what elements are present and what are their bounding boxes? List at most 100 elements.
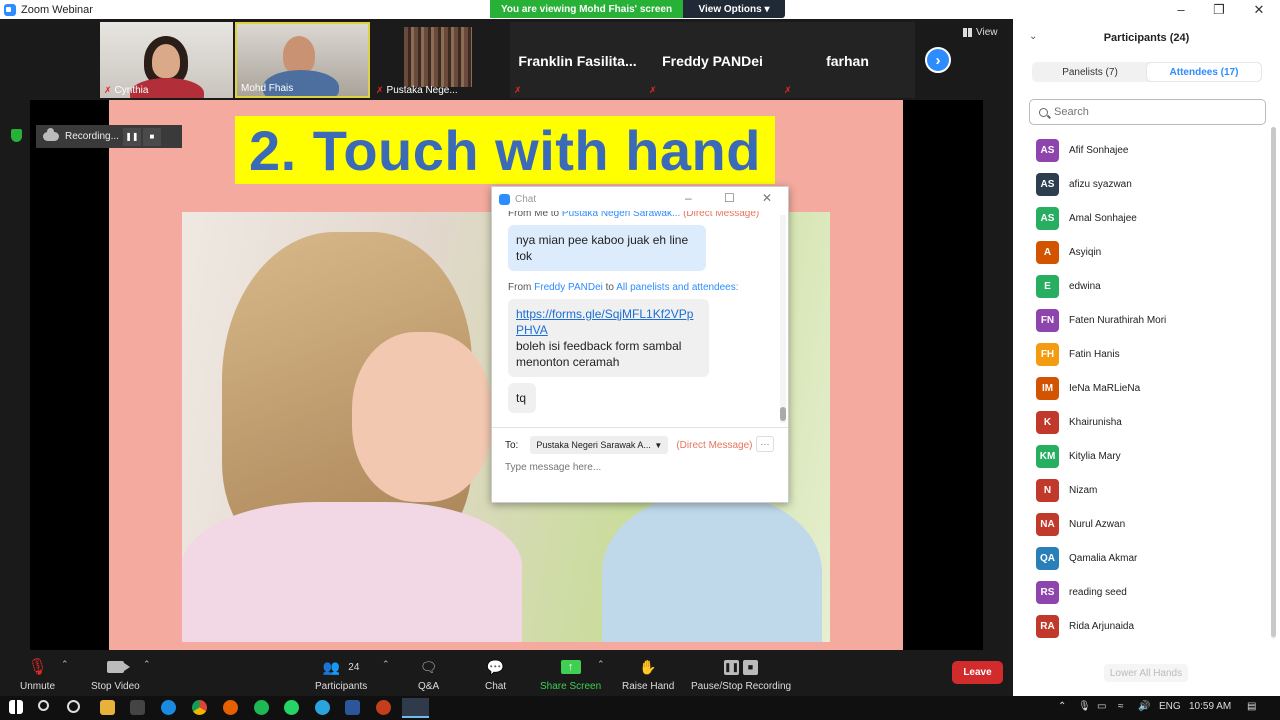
raise-hand-button[interactable]: ✋ Raise Hand <box>622 657 674 693</box>
search-icon[interactable] <box>38 700 49 711</box>
attendee-row[interactable]: RS reading seed <box>1036 575 1266 609</box>
qa-button[interactable]: 🗨 Q&A <box>418 657 439 693</box>
avatar: FN <box>1036 308 1059 332</box>
whatsapp-icon[interactable] <box>284 700 299 715</box>
chevron-up-icon[interactable]: ⌃ <box>1058 701 1066 712</box>
tab-panelists[interactable]: Panelists (7) <box>1033 63 1147 81</box>
attendee-row[interactable]: AS Amal Sonhajee <box>1036 201 1266 235</box>
audio-options-caret[interactable]: ⌃ <box>61 659 69 670</box>
attendee-name: Amal Sonhajee <box>1069 212 1137 224</box>
share-screen-button[interactable]: ↑ Share Screen <box>540 657 601 692</box>
attendee-row[interactable]: K Khairunisha <box>1036 405 1266 439</box>
panel-scrollbar[interactable] <box>1271 127 1276 639</box>
wifi-icon[interactable]: ≈ <box>1118 701 1124 712</box>
powerpoint-icon[interactable] <box>376 700 391 715</box>
lower-all-hands-button[interactable]: Lower All Hands <box>1104 664 1188 682</box>
recording-label: Recording... <box>65 131 119 142</box>
chat-scrollbar[interactable] <box>780 215 786 423</box>
minimize-icon[interactable]: – <box>685 191 692 205</box>
recipient-name[interactable]: Pustaka Negeri Sarawak... <box>562 211 680 219</box>
video-thumbnail-farhan[interactable]: farhan ✗ <box>780 22 915 98</box>
chat-message-input[interactable] <box>505 462 775 473</box>
attendee-row[interactable]: KM Kitylia Mary <box>1036 439 1266 473</box>
form-link[interactable]: https://forms.gle/SqjMFL1Kf2VPpPHVA <box>516 307 693 337</box>
participants-options-caret[interactable]: ⌃ <box>382 659 390 670</box>
pause-stop-recording-button[interactable]: ❚❚ ■ Pause/Stop Recording <box>691 657 791 692</box>
stop-video-button[interactable]: Stop Video <box>91 657 140 692</box>
video-thumbnail-pustaka[interactable]: ✗ Pustaka Nege... <box>372 22 508 98</box>
share-options-caret[interactable]: ⌃ <box>597 659 605 670</box>
chrome-icon[interactable] <box>192 700 207 715</box>
video-options-caret[interactable]: ⌃ <box>143 659 151 670</box>
next-page-button[interactable]: › <box>925 47 951 73</box>
zoom-taskbar-icon[interactable] <box>402 698 429 718</box>
restore-button[interactable]: ❐ <box>1200 0 1238 19</box>
attendee-row[interactable]: FN Faten Nurathirah Mori <box>1036 303 1266 337</box>
microphone-icon[interactable]: 🎙 <box>1078 701 1091 712</box>
pause-recording-label: Pause/Stop Recording <box>691 681 792 692</box>
firefox-icon[interactable] <box>223 700 238 715</box>
pause-recording-button[interactable]: ❚❚ <box>122 127 141 146</box>
scroll-thumb[interactable] <box>1271 127 1276 637</box>
view-button[interactable]: View <box>963 27 998 38</box>
notifications-icon[interactable]: ▤ <box>1247 701 1256 712</box>
video-thumbnail-cynthia[interactable]: ✗ Cynthia <box>100 22 233 98</box>
video-thumbnail-franklin[interactable]: Franklin Fasilita... ✗ <box>510 22 645 98</box>
attendee-row[interactable]: IM IeNa MaRLieNa <box>1036 371 1266 405</box>
thumbnail-name: Mohd Fhais <box>241 83 294 94</box>
attendee-name: afizu syazwan <box>1069 178 1132 190</box>
security-shield-icon[interactable] <box>11 129 22 142</box>
store-icon[interactable] <box>130 700 145 715</box>
sender-name[interactable]: Freddy PANDei <box>534 282 603 293</box>
stop-recording-button[interactable]: ■ <box>142 127 161 146</box>
attendee-row[interactable]: FH Fatin Hanis <box>1036 337 1266 371</box>
recipient-select[interactable]: Pustaka Negeri Sarawak A... ▼ <box>530 436 669 454</box>
scroll-thumb[interactable] <box>780 407 786 421</box>
qa-icon: 🗨 <box>419 658 438 675</box>
unmute-button[interactable]: 🎙 Unmute <box>20 657 55 692</box>
chat-titlebar: Chat – ☐ ✕ <box>492 187 788 211</box>
edge-icon[interactable] <box>161 700 176 715</box>
attendee-row[interactable]: AS Afif Sonhajee <box>1036 133 1266 167</box>
volume-icon[interactable]: 🔊 <box>1138 701 1150 712</box>
search-input[interactable] <box>1054 106 1244 118</box>
file-explorer-icon[interactable] <box>100 700 115 715</box>
task-view-icon[interactable] <box>67 700 80 713</box>
avatar: K <box>1036 410 1059 434</box>
attendee-row[interactable]: NA Nurul Azwan <box>1036 507 1266 541</box>
close-window-button[interactable]: ✕ <box>1240 0 1278 19</box>
minimize-button[interactable]: – <box>1162 0 1200 19</box>
video-thumbnail-freddy[interactable]: Freddy PANDei ✗ <box>645 22 780 98</box>
word-icon[interactable] <box>345 700 360 715</box>
close-icon[interactable]: ✕ <box>762 191 772 205</box>
maximize-icon[interactable]: ☐ <box>724 191 735 205</box>
leave-button[interactable]: Leave <box>952 661 1003 684</box>
participant-video <box>404 27 472 87</box>
tab-attendees[interactable]: Attendees (17) <box>1147 63 1261 81</box>
clock[interactable]: 10:59 AM <box>1189 701 1231 712</box>
attendee-row[interactable]: QA Qamalia Akmar <box>1036 541 1266 575</box>
participant-face <box>283 36 315 74</box>
attendee-row[interactable]: RA Rida Arjunaida <box>1036 609 1266 643</box>
recipient-name[interactable]: All panelists and attendees: <box>616 282 738 293</box>
attendee-row[interactable]: AS afizu syazwan <box>1036 167 1266 201</box>
muted-mic-icon: ✗ <box>649 85 657 95</box>
chat-messages: From Me to Pustaka Negeri Sarawak... (Di… <box>492 211 782 421</box>
more-options-button[interactable]: ··· <box>756 436 774 452</box>
attendee-row[interactable]: A Asyiqin <box>1036 235 1266 269</box>
chat-button[interactable]: 💬 Chat <box>485 657 506 693</box>
language-indicator[interactable]: ENG <box>1159 701 1181 712</box>
chat-divider <box>492 427 788 428</box>
attendee-row[interactable]: N Nizam <box>1036 473 1266 507</box>
view-options-button[interactable]: View Options ▾ <box>683 0 785 18</box>
message-header: From Me to Pustaka Negeri Sarawak... (Di… <box>492 211 782 219</box>
participants-button[interactable]: 👥 24 Participants <box>315 657 367 693</box>
windows-start-icon[interactable] <box>9 700 23 714</box>
attendee-name: Kitylia Mary <box>1069 450 1121 462</box>
video-thumbnail-mohd-fhais[interactable]: Mohd Fhais <box>235 22 370 98</box>
telegram-icon[interactable] <box>315 700 330 715</box>
spotify-icon[interactable] <box>254 700 269 715</box>
attendee-name: Nizam <box>1069 484 1098 496</box>
battery-icon[interactable]: ▭ <box>1097 701 1106 712</box>
attendee-row[interactable]: Eedwina <box>1036 269 1266 303</box>
